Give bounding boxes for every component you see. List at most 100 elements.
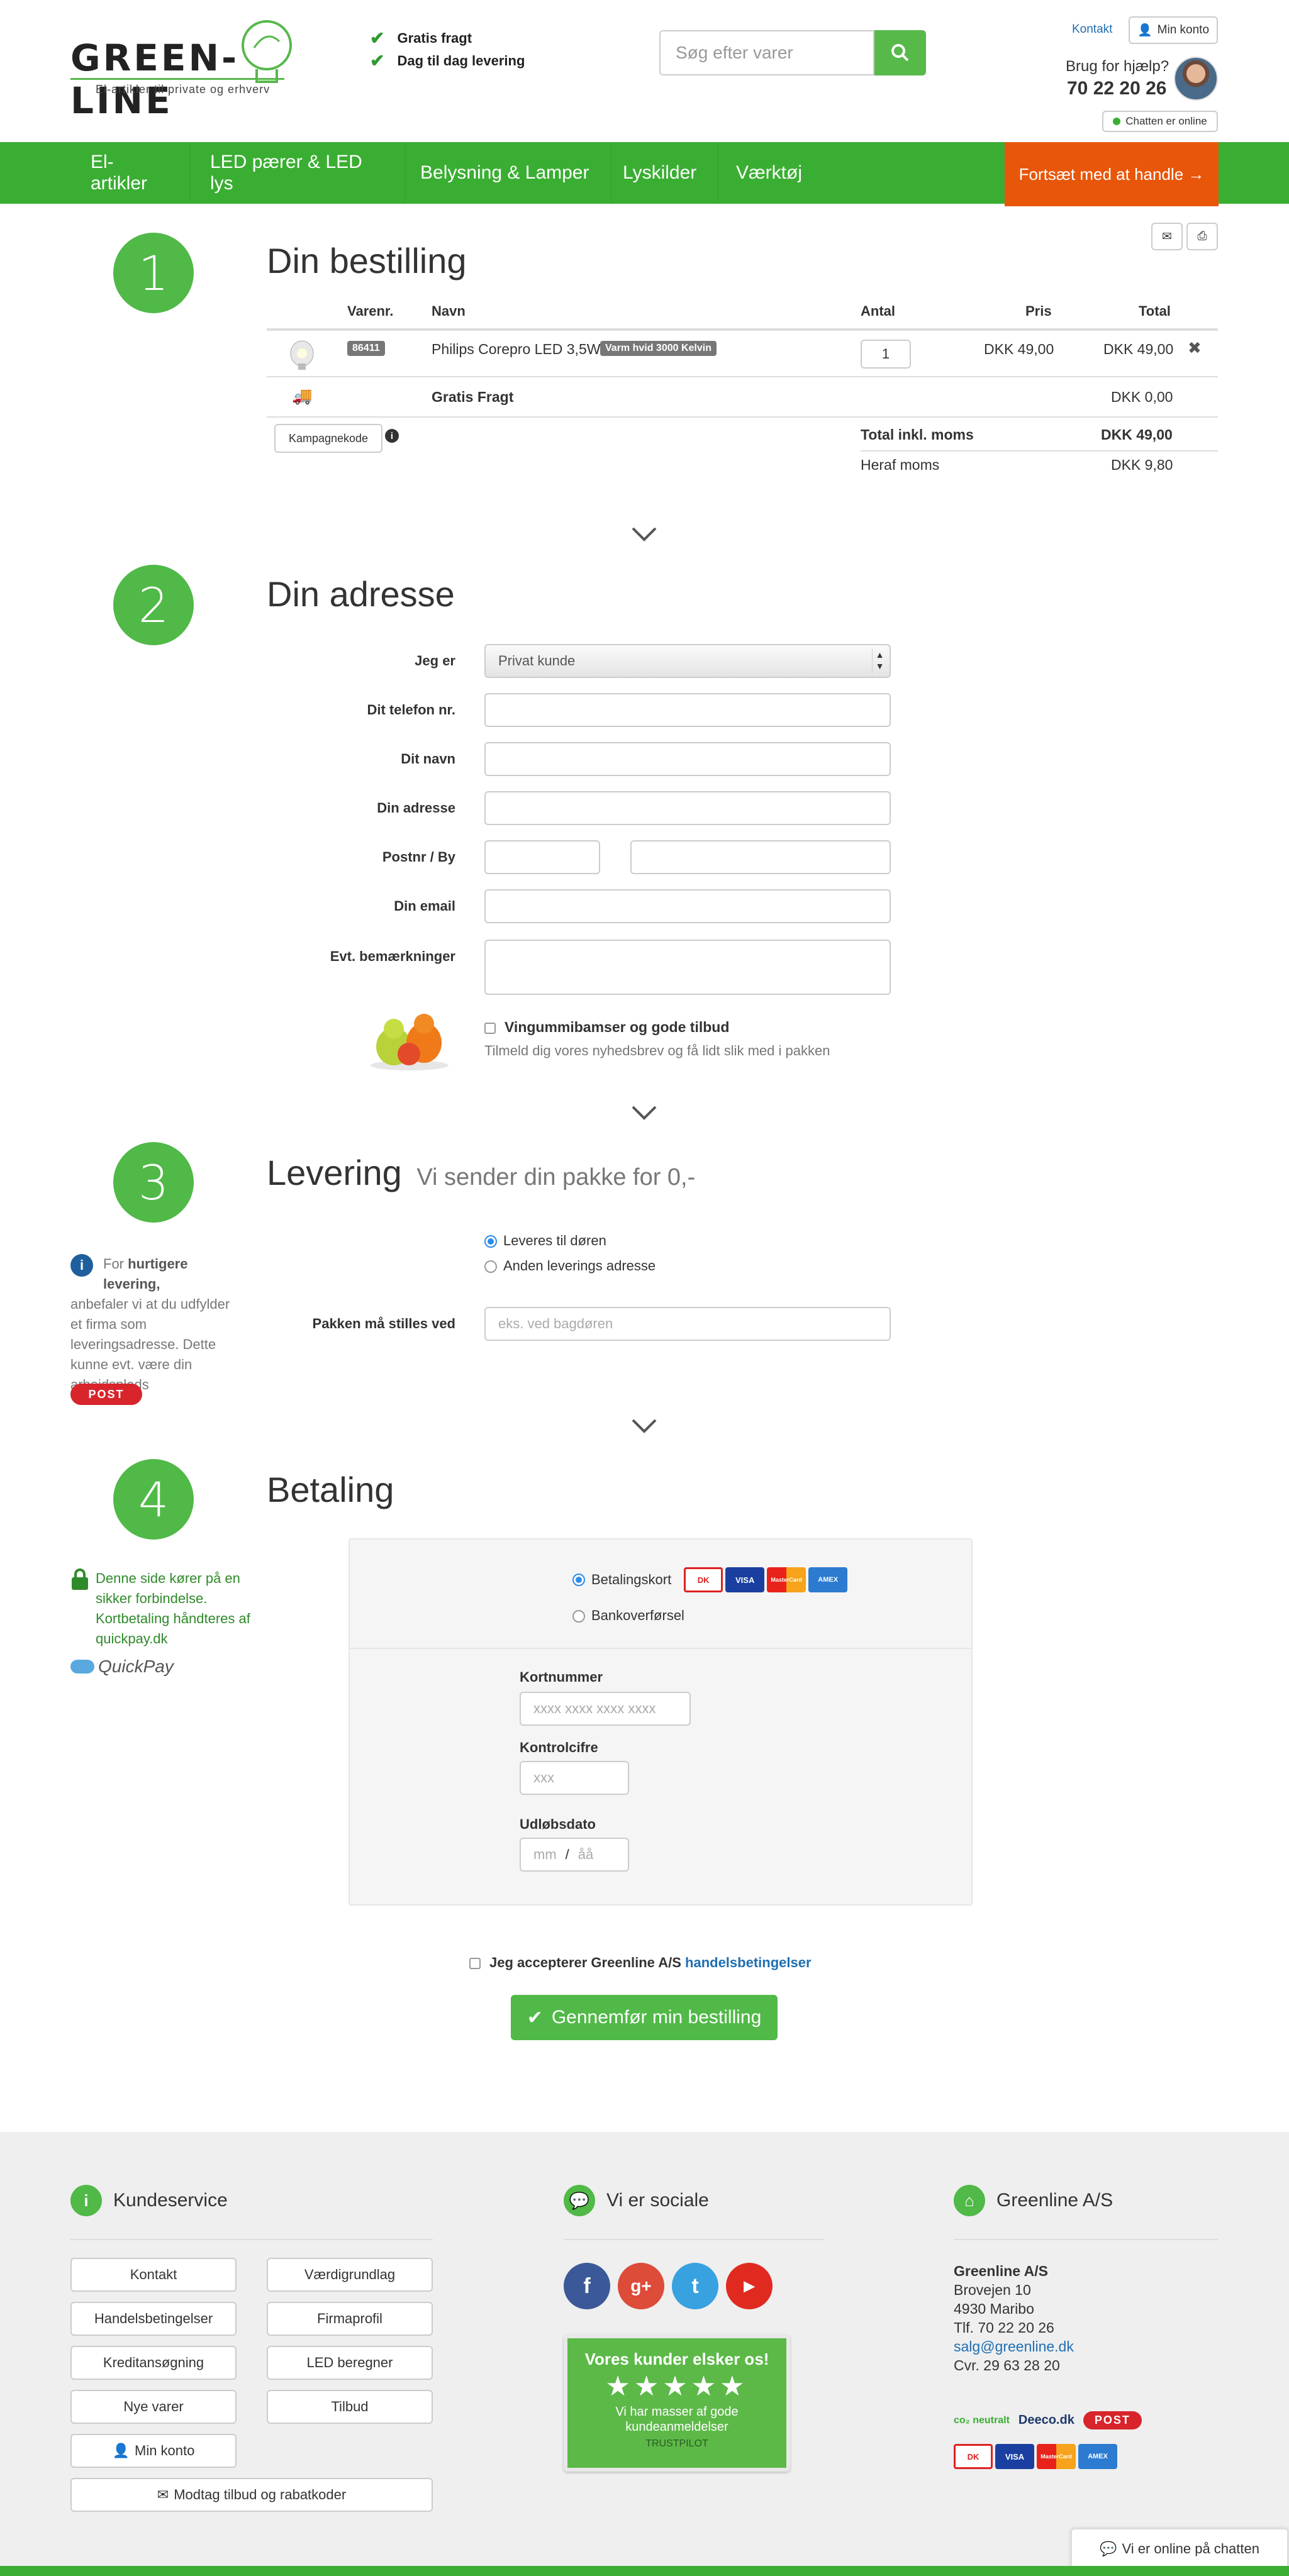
footer-values-button[interactable]: Værdigrundlag	[267, 2258, 433, 2292]
nav-item-lyskilder[interactable]: Lyskilder	[611, 142, 718, 204]
campaign-code-button[interactable]: Kampagnekode	[274, 424, 382, 453]
notes-field[interactable]	[484, 940, 891, 995]
footer-newsletter-button[interactable]: ✉ Modtag tilbud og rabatkoder	[70, 2478, 433, 2512]
continue-shopping-button[interactable]: Fortsæt med at handle →	[1005, 142, 1219, 206]
radio-selected-icon[interactable]	[572, 1574, 585, 1586]
footer-terms-button[interactable]: Handelsbetingelser	[70, 2302, 237, 2336]
chat-status-badge[interactable]: Chatten er online	[1102, 111, 1218, 132]
facebook-icon[interactable]: f	[564, 2263, 610, 2309]
radio-icon[interactable]	[484, 1260, 497, 1274]
quickpay-logo-icon	[70, 1660, 94, 1674]
expiry-field[interactable]: mm / åå	[520, 1838, 629, 1872]
company-address: Greenline A/S Brovejen 10 4930 Maribo Tl…	[954, 2263, 1074, 2373]
info-icon[interactable]: i	[385, 429, 399, 443]
footer-service-heading: i Kundeservice	[70, 2185, 228, 2216]
footer-new-items-button[interactable]: Nye varer	[70, 2390, 237, 2424]
step-2-badge: 2	[113, 565, 194, 645]
footer-profile-button[interactable]: Firmaprofil	[267, 2302, 433, 2336]
label-email: Din email	[394, 898, 455, 914]
variant-badge: Varm hvid 3000 Kelvin	[600, 341, 717, 356]
post-logo: POST	[70, 1384, 142, 1405]
chat-bubble-icon: 💬	[564, 2185, 595, 2216]
footer-bottom-bar	[0, 2566, 1289, 2576]
footer-credit-button[interactable]: Kreditansøgning	[70, 2346, 237, 2380]
customer-type-select[interactable]: Privat kunde ▲ ▼	[484, 644, 891, 678]
payment-title: Betaling	[267, 1470, 394, 1509]
select-arrows-icon: ▲ ▼	[872, 649, 887, 673]
contact-link[interactable]: Kontakt	[1072, 23, 1112, 36]
checkbox-icon[interactable]	[469, 1958, 481, 1970]
logo[interactable]: GREEN-LINE El-artikler til private og er…	[70, 16, 297, 122]
table-row: 86411 Philips Corepro LED 3,5W Varm hvid…	[267, 331, 1218, 376]
product-name[interactable]: Philips Corepro LED 3,5W	[432, 341, 600, 358]
google-plus-icon[interactable]: g+	[618, 2263, 664, 2309]
radio-icon[interactable]	[572, 1610, 585, 1623]
order-title: Din bestilling	[267, 241, 467, 280]
footer-contact-button[interactable]: Kontakt	[70, 2258, 237, 2292]
footer-offers-button[interactable]: Tilbud	[267, 2390, 433, 2424]
email-order-button[interactable]: ✉	[1151, 223, 1183, 250]
account-button[interactable]: 👤 Min konto	[1129, 16, 1218, 44]
quantity-input[interactable]: 1	[861, 340, 911, 369]
vat-value: DKK 9,80	[1111, 457, 1173, 473]
site-footer: i Kundeservice Kontakt Værdigrundlag Hand…	[0, 2132, 1289, 2576]
footer-company-heading: ⌂ Greenline A/S	[954, 2185, 1113, 2216]
label-expiry: Udløbsdato	[520, 1816, 596, 1832]
terms-link[interactable]: handelsbetingelser	[685, 1955, 812, 1970]
email-field[interactable]	[484, 889, 891, 923]
label-notes: Evt. bemærkninger	[330, 948, 455, 964]
mastercard-logo: MasterCard	[767, 1567, 806, 1592]
table-divider	[267, 416, 1218, 418]
zip-field[interactable]	[484, 840, 600, 874]
address-field[interactable]	[484, 791, 891, 825]
partner-logos: co₂ neutralt Deeco.dk POST	[954, 2411, 1142, 2429]
col-price: Pris	[1025, 303, 1052, 319]
phone-field[interactable]	[484, 693, 891, 727]
deeco-logo: Deeco.dk	[1018, 2413, 1074, 2427]
chat-bubble-icon: 💬	[1100, 2541, 1117, 2557]
company-email-link[interactable]: salg@greenline.dk	[954, 2338, 1074, 2355]
check-icon: ✔	[370, 28, 385, 48]
delivery-option-other[interactable]: Anden leverings adresse	[484, 1258, 656, 1274]
chat-widget-button[interactable]: 💬 Vi er online på chatten	[1071, 2528, 1288, 2570]
newsletter-checkbox[interactable]: Vingummibamser og gode tilbud	[484, 1019, 729, 1036]
checkbox-icon[interactable]	[484, 1022, 496, 1034]
nav-item-vaerktoej[interactable]: Værktøj	[718, 142, 825, 204]
payment-option-card[interactable]: Betalingskort DK VISA MasterCard AMEX	[572, 1567, 850, 1592]
card-number-field[interactable]: xxxx xxxx xxxx xxxx	[520, 1692, 691, 1726]
item-price: DKK 49,00	[984, 341, 1054, 357]
trustpilot-logo: TRUSTPILOT	[645, 2438, 708, 2449]
address-title: Din adresse	[267, 574, 455, 614]
city-field[interactable]	[630, 840, 891, 874]
name-field[interactable]	[484, 742, 891, 776]
col-total: Total	[1139, 303, 1171, 319]
radio-selected-icon[interactable]	[484, 1235, 497, 1248]
nav-item-led[interactable]: LED pærer & LED lys	[190, 142, 405, 204]
submit-order-button[interactable]: ✔ Gennemfør min bestilling	[511, 1995, 778, 2040]
terms-checkbox[interactable]: Jeg accepterer Greenline A/S handelsbeti…	[469, 1955, 812, 1971]
delivery-option-door[interactable]: Leveres til døren	[484, 1233, 606, 1249]
youtube-icon[interactable]: ▶	[726, 2263, 773, 2309]
remove-item-icon[interactable]: ✖	[1188, 338, 1202, 358]
newsletter-subtext: Tilmeld dig vores nyhedsbrev og få lidt …	[484, 1043, 830, 1058]
nav-item-belysning[interactable]: Belysning & Lamper	[405, 142, 611, 204]
card-brand-logos: DK VISA MasterCard AMEX	[684, 1567, 850, 1592]
product-thumbnail[interactable]	[283, 336, 321, 371]
drop-location-field[interactable]: eks. ved bagdøren	[484, 1307, 891, 1341]
delivery-title-row: Levering Vi sender din pakke for 0,-	[267, 1152, 695, 1193]
payment-option-transfer[interactable]: Bankoverførsel	[572, 1607, 684, 1624]
search-button[interactable]	[874, 30, 926, 75]
print-order-button[interactable]: ⎙	[1186, 223, 1218, 250]
search-input[interactable]: Søg efter varer	[659, 30, 874, 75]
footer-led-calc-button[interactable]: LED beregner	[267, 2346, 433, 2380]
total-label: Total inkl. moms	[861, 426, 974, 443]
cvc-field[interactable]: xxx	[520, 1761, 629, 1795]
footer-divider	[564, 2239, 824, 2240]
footer-account-button[interactable]: 👤 Min konto	[70, 2434, 237, 2468]
usp-free-shipping: ✔ Gratis fragt	[370, 28, 472, 48]
twitter-icon[interactable]: t	[672, 2263, 718, 2309]
dankort-logo: DK	[684, 1567, 723, 1592]
trustpilot-widget[interactable]: Vores kunder elsker os! ★★★★★ Vi har mas…	[564, 2334, 790, 2472]
logo-tagline: El-artikler til private og erhverv	[96, 83, 271, 96]
nav-item-el-artikler[interactable]: El-artikler	[70, 142, 190, 204]
